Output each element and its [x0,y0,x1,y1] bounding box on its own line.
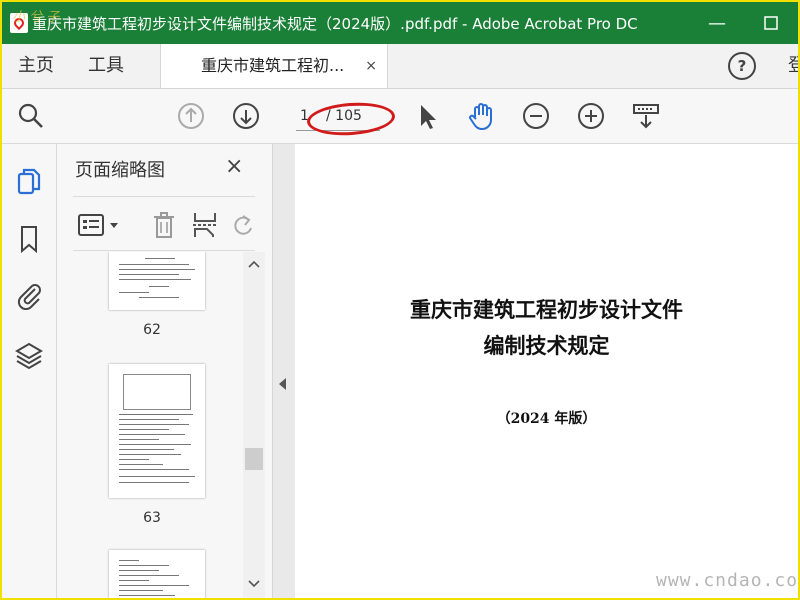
options-menu-icon[interactable] [77,212,121,238]
paperclip-icon [17,284,41,310]
thumbnail-table [123,374,191,410]
divider [73,250,255,251]
thumbnail-label: 63 [143,510,161,526]
thumbnails-panel: 页面缩略图 × 62 63 [57,144,272,598]
arrow-down-circle-icon [233,103,259,129]
thumbnail-list: 62 63 [57,252,247,598]
divider [73,196,255,197]
zoom-out-icon [523,103,549,129]
bookmark-icon [21,226,37,254]
maximize-icon [764,16,778,30]
window-title: 重庆市建筑工程初步设计文件编制技术规定（2024版）.pdf.pdf - Ado… [32,14,638,33]
app-window: 重庆市建筑工程初步设计文件编制技术规定（2024版）.pdf.pdf - Ado… [0,0,800,600]
zoom-in-button[interactable] [576,101,606,131]
navigation-rail [2,144,57,598]
attachments-button[interactable] [14,280,44,310]
zoom-in-icon [578,103,604,129]
tab-home[interactable]: 主页 [18,44,54,88]
document-title-line2: 编制技术规定 [483,333,610,358]
hand-icon [469,103,492,130]
scroll-mode-icon [633,104,659,129]
scroll-down-arrow[interactable] [243,578,265,598]
layers-icon [15,342,43,370]
document-subtitle: （2024 年版） [496,411,597,427]
document-page: 重庆市建筑工程初步设计文件 编制技术规定 （2024 年版） [295,144,798,598]
maximize-button[interactable] [744,2,798,44]
thumbnail-page-62[interactable] [109,252,205,310]
select-tool-button[interactable] [412,101,442,131]
tab-tools[interactable]: 工具 [88,44,124,88]
collapse-arrow-icon[interactable] [279,378,286,390]
arrow-up-circle-icon [178,103,204,129]
site-watermark: www.cndao.com [656,570,800,591]
tab-close-button[interactable]: × [365,44,377,88]
panel-toolbar [73,204,255,244]
scroll-up-arrow[interactable] [243,258,265,278]
page-thumbnails-button[interactable] [14,166,44,196]
scrollbar-thumb[interactable] [245,448,263,470]
previous-page-button[interactable] [176,101,206,131]
page-thumbnails-icon [17,168,41,195]
insert-page-icon[interactable] [191,210,219,240]
tab-document-label: 重庆市建筑工程初... [201,56,345,75]
next-page-button[interactable] [231,101,261,131]
title-bar: 重庆市建筑工程初步设计文件编制技术规定（2024版）.pdf.pdf - Ado… [2,2,798,44]
minimize-button[interactable]: — [690,2,744,44]
cursor-icon [421,105,436,129]
scroll-mode-button[interactable] [631,101,661,131]
toolbar [2,89,798,144]
thumbnail-page-next[interactable] [109,550,205,598]
thumbnail-scrollbar[interactable] [243,252,265,598]
layers-button[interactable] [14,340,44,370]
thumbnail-label: 62 [143,322,161,338]
corner-watermark: 小 兮 子 [12,10,60,25]
help-button[interactable]: ? [728,52,756,80]
trash-icon[interactable] [151,210,177,240]
bookmarks-button[interactable] [14,224,44,254]
hand-tool-button[interactable] [466,101,496,131]
tab-document[interactable]: 重庆市建筑工程初... × [160,44,388,88]
document-title-line1: 重庆市建筑工程初步设计文件 [410,297,683,322]
search-icon [18,103,43,128]
panel-splitter[interactable] [272,144,295,598]
rotate-icon[interactable] [231,210,255,240]
panel-title: 页面缩略图 [75,160,165,181]
tab-bar: 主页 工具 重庆市建筑工程初... × ? 登 [2,44,798,89]
search-button[interactable] [16,101,46,131]
sign-in-link[interactable]: 登 [788,44,798,88]
zoom-out-button[interactable] [521,101,551,131]
thumbnail-page-63[interactable] [109,364,205,498]
panel-close-button[interactable]: × [225,154,243,179]
